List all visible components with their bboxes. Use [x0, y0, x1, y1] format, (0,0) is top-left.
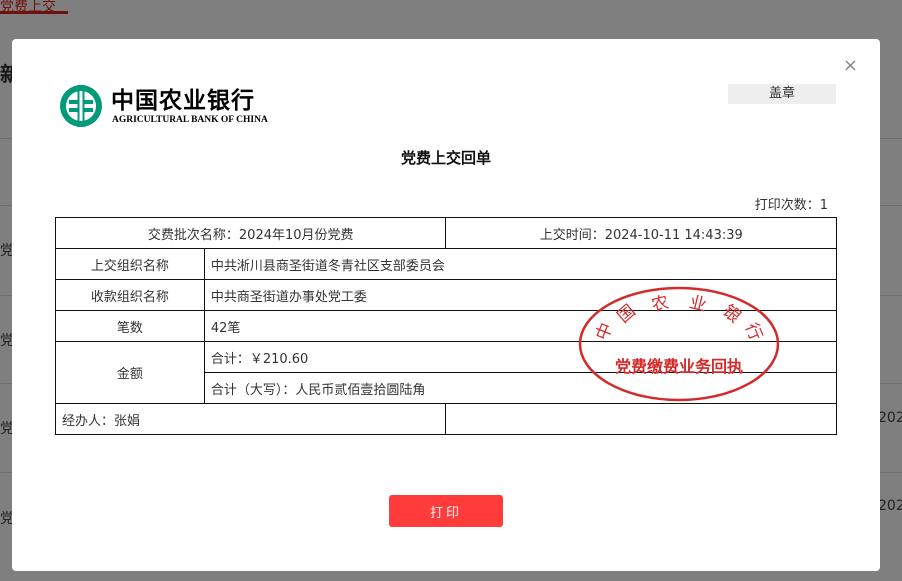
bank-name-en: AGRICULTURAL BANK OF CHINA [112, 115, 268, 125]
submit-org-value: 中共淅川县商圣街道冬青社区支部委员会 [203, 248, 838, 280]
red-seal-stamp: 中国农业银行 党费缴费业务回执 [578, 286, 780, 402]
bank-name-cn: 中国农业银行 [111, 87, 255, 114]
seal-arc-char: 农 [650, 293, 671, 316]
batch-name-cell: 交费批次名称：2024年10月份党费 [54, 217, 447, 249]
receipt-modal: × 中国农业银行 AGRICULTURAL BANK OF CHINA 盖章 党… [12, 39, 880, 571]
seal-arc-char: 行 [741, 320, 766, 343]
empty-cell [445, 403, 837, 435]
seal-arc-char: 银 [718, 301, 744, 327]
abc-emblem-icon [60, 85, 102, 127]
seal-arc-char: 中 [592, 320, 617, 343]
receive-org-label: 收款组织名称 [55, 279, 205, 311]
count-label: 笔数 [55, 310, 205, 342]
submit-time-cell: 上交时间：2024-10-11 14:43:39 [445, 217, 837, 249]
close-icon[interactable]: × [843, 57, 858, 75]
seal-arc-char: 国 [614, 301, 640, 327]
seal-arc-char: 业 [687, 293, 708, 316]
abc-logo: 中国农业银行 AGRICULTURAL BANK OF CHINA [58, 79, 288, 131]
stamp-button[interactable]: 盖章 [728, 84, 836, 104]
amount-label: 金额 [55, 341, 205, 404]
handler-cell: 经办人：张娟 [54, 403, 447, 435]
seal-inner-text: 党费缴费业务回执 [615, 357, 743, 376]
print-button[interactable]: 打印 [389, 495, 503, 527]
submit-org-label: 上交组织名称 [55, 248, 205, 280]
table-row: 交费批次名称：2024年10月份党费 上交时间：2024-10-11 14:43… [54, 217, 837, 249]
table-row: 上交组织名称 中共淅川县商圣街道冬青社区支部委员会 [55, 248, 838, 280]
table-row: 经办人：张娟 [54, 403, 837, 435]
document-title: 党费上交回单 [400, 149, 491, 167]
print-count: 打印次数：1 [754, 198, 828, 213]
